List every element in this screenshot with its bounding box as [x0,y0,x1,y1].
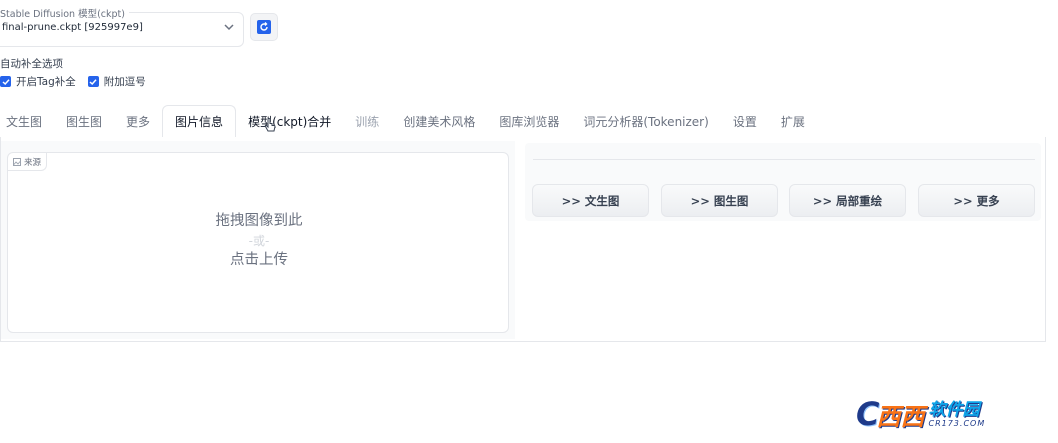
png-info-panel: 来源 拖拽图像到此 -或- 点击上传 >> 文生图 >> 图生图 >> 局部重绘… [0,137,1046,342]
upload-instructions: 拖拽图像到此 -或- 点击上传 [8,211,510,271]
image-upload-area[interactable]: 来源 拖拽图像到此 -或- 点击上传 [7,152,509,333]
tab-png-info[interactable]: 图片信息 [162,105,237,138]
watermark-brand: 软件园 [928,399,980,420]
tab-settings[interactable]: 设置 [721,106,769,137]
tab-create-aesthetic[interactable]: 创建美术风格 [391,106,487,137]
append-comma-label[interactable]: 附加逗号 [104,74,146,89]
send-to-area: >> 文生图 >> 图生图 >> 局部重绘 >> 更多 [525,143,1041,221]
image-column: 来源 拖拽图像到此 -或- 点击上传 [1,141,515,339]
refresh-checkpoints-button[interactable] [250,13,278,41]
checkpoint-label: Stable Diffusion 模型(ckpt) [0,6,129,20]
tab-image-browser[interactable]: 图库浏览器 [487,106,571,137]
watermark-domain: CR173.COM [928,418,986,428]
autocomplete-options: 开启Tag补全 附加逗号 [0,74,158,89]
refresh-icon [257,20,271,34]
tab-txt2img[interactable]: 文生图 [0,106,54,137]
watermark-logo: C 西西 软件园 CR173.COM [856,393,1042,435]
info-output-divider [533,159,1035,160]
watermark-stack: 软件园 CR173.COM [928,401,985,428]
chevron-down-icon[interactable] [222,20,236,34]
send-to-txt2img-button[interactable]: >> 文生图 [532,184,649,217]
tab-tokenizer[interactable]: 词元分析器(Tokenizer) [571,106,720,137]
drop-image-text: 拖拽图像到此 [215,213,303,229]
send-to-inpaint-button[interactable]: >> 局部重绘 [789,184,906,217]
watermark-main: 西西 [876,402,925,431]
tab-extras[interactable]: 更多 [114,106,162,137]
append-comma-checkbox[interactable] [87,76,99,87]
source-badge: 来源 [8,153,48,171]
tab-extensions[interactable]: 扩展 [769,106,817,137]
tab-img2img[interactable]: 图生图 [54,106,114,137]
click-upload-text: 点击上传 [230,252,288,268]
autocomplete-title: 自动补全选项 [0,58,63,70]
source-label: 来源 [24,157,42,168]
tag-autocomplete-checkbox[interactable] [0,76,11,87]
send-to-img2img-button[interactable]: >> 图生图 [661,184,778,217]
tag-autocomplete-label[interactable]: 开启Tag补全 [16,74,76,89]
hand-cursor-icon [264,118,276,132]
tab-checkpoint-merger[interactable]: 模型(ckpt)合并 [236,106,343,137]
image-icon [13,157,21,166]
main-tabs: 文生图 图生图 更多 图片信息 模型(ckpt)合并 训练 创建美术风格 图库浏… [0,105,1046,138]
checkpoint-value[interactable]: final-prune.ckpt [925997e9] [2,22,143,33]
tab-train[interactable]: 训练 [343,106,391,137]
or-text: -或- [248,234,270,248]
send-to-extras-button[interactable]: >> 更多 [918,184,1035,217]
